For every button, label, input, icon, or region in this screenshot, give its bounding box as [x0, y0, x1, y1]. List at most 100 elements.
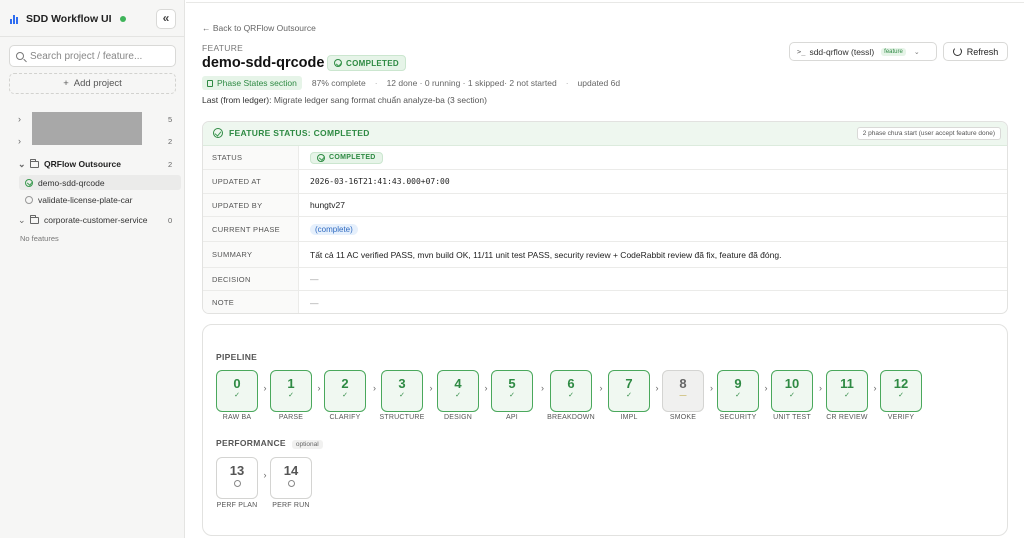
pipeline-step[interactable]: 3 ✓ — [381, 370, 423, 412]
command-select[interactable]: >_ sdd-qrflow (tessl) feature ⌄ — [789, 42, 937, 61]
meta-row: Phase States section 87% complete · 12 d… — [202, 76, 620, 90]
kv-key: SUMMARY — [203, 242, 299, 267]
step-number: 9 — [734, 376, 742, 391]
check-icon: ✓ — [234, 392, 240, 399]
project-row-corporate[interactable]: ⌄ corporate-customer-service — [18, 213, 147, 227]
step-label: PERF PLAN — [216, 502, 258, 509]
optional-tag: optional — [291, 440, 323, 449]
current-phase-pill: (complete) — [310, 223, 358, 235]
feature-title: demo-sdd-qrcode — [202, 55, 325, 71]
refresh-label: Refresh — [966, 46, 999, 57]
kv-value: COMPLETED — [310, 146, 383, 169]
step-number: 2 — [341, 376, 349, 391]
plus-icon: + — [63, 78, 69, 89]
project-row-2[interactable]: › — [18, 134, 30, 148]
project-name: corporate-customer-service — [44, 215, 148, 225]
circle-icon — [25, 195, 33, 204]
pipeline-step[interactable]: 1 ✓ — [270, 370, 312, 412]
chevron-double-left-icon: « — [162, 11, 170, 25]
status-note: 2 phase chưa start (user accept feature … — [856, 127, 1001, 140]
app-window: SDD Workflow UI « + Add project › 5 › 2 … — [0, 0, 1024, 538]
step-number: 1 — [287, 376, 295, 391]
step-number: 0 — [233, 376, 241, 391]
kv-row-summary: SUMMARY Tất cả 11 AC verified PASS, mvn … — [203, 242, 1007, 268]
step-number: 4 — [454, 376, 462, 391]
kv-value: (complete) — [310, 217, 358, 241]
check-circle-icon — [334, 59, 342, 67]
minus-icon: — — [679, 392, 687, 399]
kv-value: Tất cả 11 AC verified PASS, mvn build OK… — [310, 249, 782, 260]
feature-status-card: FEATURE STATUS: COMPLETED 2 phase chưa s… — [202, 121, 1008, 314]
kv-value: hungtv27 — [310, 200, 345, 210]
back-link[interactable]: ← Back to QRFlow Outsource — [202, 23, 316, 33]
kv-row-updated-by: UPDATED BY hungtv27 — [203, 194, 1007, 217]
step-label: BREAKDOWN — [547, 414, 595, 421]
document-icon — [207, 79, 213, 87]
search-box[interactable] — [9, 45, 176, 67]
arrow-right-icon: › — [819, 383, 822, 393]
step-label: PARSE — [278, 414, 304, 421]
pipeline-step[interactable]: 10 ✓ — [771, 370, 813, 412]
kv-value: 2026-03-16T21:41:43.000+07:00 — [310, 177, 450, 186]
pipeline-step[interactable]: 14 — [270, 457, 312, 499]
arrow-right-icon: › — [541, 383, 544, 393]
search-icon — [16, 52, 24, 60]
redacted-project-names — [32, 112, 142, 145]
check-icon: ✓ — [455, 392, 461, 399]
check-circle-icon — [317, 153, 325, 162]
project-count: 5 — [168, 115, 173, 124]
step-label: RAW BA — [222, 414, 252, 421]
separator-dot: · — [565, 78, 569, 88]
refresh-icon — [952, 47, 962, 56]
arrow-right-icon: › — [655, 383, 659, 393]
step-label: CLARIFY — [329, 414, 361, 421]
kv-value: — — [310, 274, 319, 284]
progress-summary: 12 done · 0 running · 1 skipped· 2 not s… — [386, 78, 557, 88]
collapse-sidebar-button[interactable]: « — [156, 9, 176, 29]
top-divider — [186, 2, 1024, 3]
folder-icon — [30, 214, 39, 224]
pipeline-step[interactable]: 11 ✓ — [826, 370, 868, 412]
pipeline-step[interactable]: 2 ✓ — [324, 370, 366, 412]
project-count: 0 — [168, 216, 173, 225]
pipeline-step[interactable]: 7 ✓ — [608, 370, 650, 412]
feature-tag: feature — [881, 47, 906, 56]
feature-item-validate-license-plate-car[interactable]: validate-license-plate-car — [19, 192, 181, 207]
performance-label: PERFORMANCE optional — [216, 438, 323, 449]
pipeline-step[interactable]: 0 ✓ — [216, 370, 258, 412]
check-icon: ✓ — [626, 392, 632, 399]
project-row-1[interactable]: › — [18, 112, 30, 126]
search-input[interactable] — [30, 50, 170, 62]
pipeline-step[interactable]: 5 ✓ — [491, 370, 533, 412]
sidebar-divider — [0, 36, 185, 37]
feature-item-demo-sdd-qrcode[interactable]: demo-sdd-qrcode — [19, 175, 181, 190]
ledger-text: Migrate ledger sang format chuẩn analyze… — [273, 95, 487, 105]
pipeline-label: PIPELINE — [216, 352, 258, 362]
pipeline-step[interactable]: 12 ✓ — [880, 370, 922, 412]
phase-states-link[interactable]: Phase States section — [202, 76, 302, 90]
feature-status-title: FEATURE STATUS: COMPLETED — [213, 128, 370, 138]
circle-icon — [287, 480, 295, 487]
step-label: CR REVIEW — [826, 414, 868, 421]
kv-row-decision: DECISION — — [203, 268, 1007, 291]
kv-key: NOTE — [203, 291, 299, 313]
pipeline-step[interactable]: 8— — [662, 370, 704, 412]
pipeline-step[interactable]: 9 ✓ — [717, 370, 759, 412]
refresh-button[interactable]: Refresh — [943, 42, 1008, 61]
app-brand[interactable]: SDD Workflow UI — [10, 12, 126, 26]
step-label: DESIGN — [443, 414, 473, 421]
arrow-right-icon: › — [317, 383, 321, 393]
project-row-qrflow[interactable]: ⌄ QRFlow Outsource — [18, 157, 121, 171]
add-project-button[interactable]: + Add project — [9, 73, 176, 94]
pipeline-step[interactable]: 6 ✓ — [550, 370, 592, 412]
arrow-right-icon: › — [710, 383, 713, 393]
step-label: SMOKE — [669, 414, 697, 421]
terminal-icon: >_ — [797, 47, 806, 56]
check-icon: ✓ — [288, 392, 294, 399]
feature-label: FEATURE — [202, 43, 244, 53]
step-number: 12 — [893, 376, 909, 391]
arrow-right-icon: › — [263, 383, 267, 393]
pipeline-step[interactable]: 13 — [216, 457, 258, 499]
feature-name: validate-license-plate-car — [38, 194, 133, 205]
pipeline-step[interactable]: 4 ✓ — [437, 370, 479, 412]
